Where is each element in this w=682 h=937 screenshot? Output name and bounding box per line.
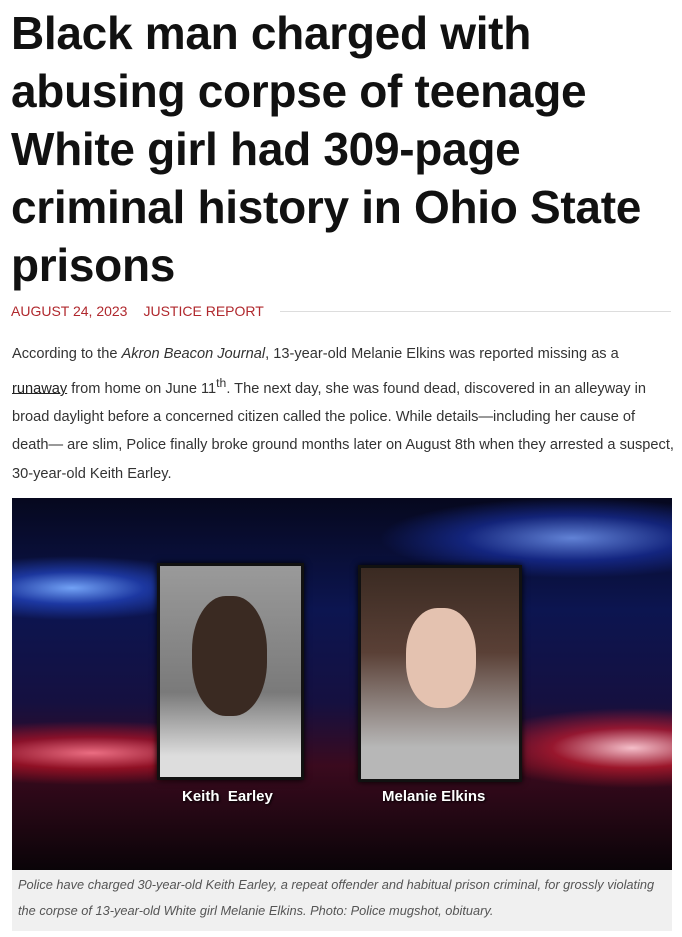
article-paragraph: According to the Akron Beacon Journal, 1… — [12, 340, 674, 488]
article-title: Black man charged with abusing corpse of… — [11, 7, 642, 291]
image-label-left: Keith Earley — [182, 788, 273, 805]
image-label-right: Melanie Elkins — [382, 788, 486, 805]
image-caption: Police have charged 30-year-old Keith Ea… — [12, 870, 672, 931]
article-meta: AUGUST 24, 2023 JUSTICE REPORT — [11, 303, 671, 319]
meta-divider — [279, 310, 671, 312]
text: According to the — [12, 346, 122, 362]
photo-melanie-elkins — [358, 565, 522, 782]
article-image: Keith Earley Melanie Elkins — [12, 498, 672, 870]
article-date[interactable]: AUGUST 24, 2023 — [11, 303, 127, 319]
mugshot-keith-earley — [157, 563, 304, 780]
text: from home on June 11 — [67, 380, 217, 397]
runaway-link[interactable]: runaway — [12, 380, 67, 396]
article-category-link[interactable]: JUSTICE REPORT — [143, 303, 263, 319]
text: , 13-year-old Melanie Elkins was reporte… — [265, 346, 619, 362]
source-name: Akron Beacon Journal — [121, 346, 266, 362]
superscript: th — [216, 375, 227, 390]
